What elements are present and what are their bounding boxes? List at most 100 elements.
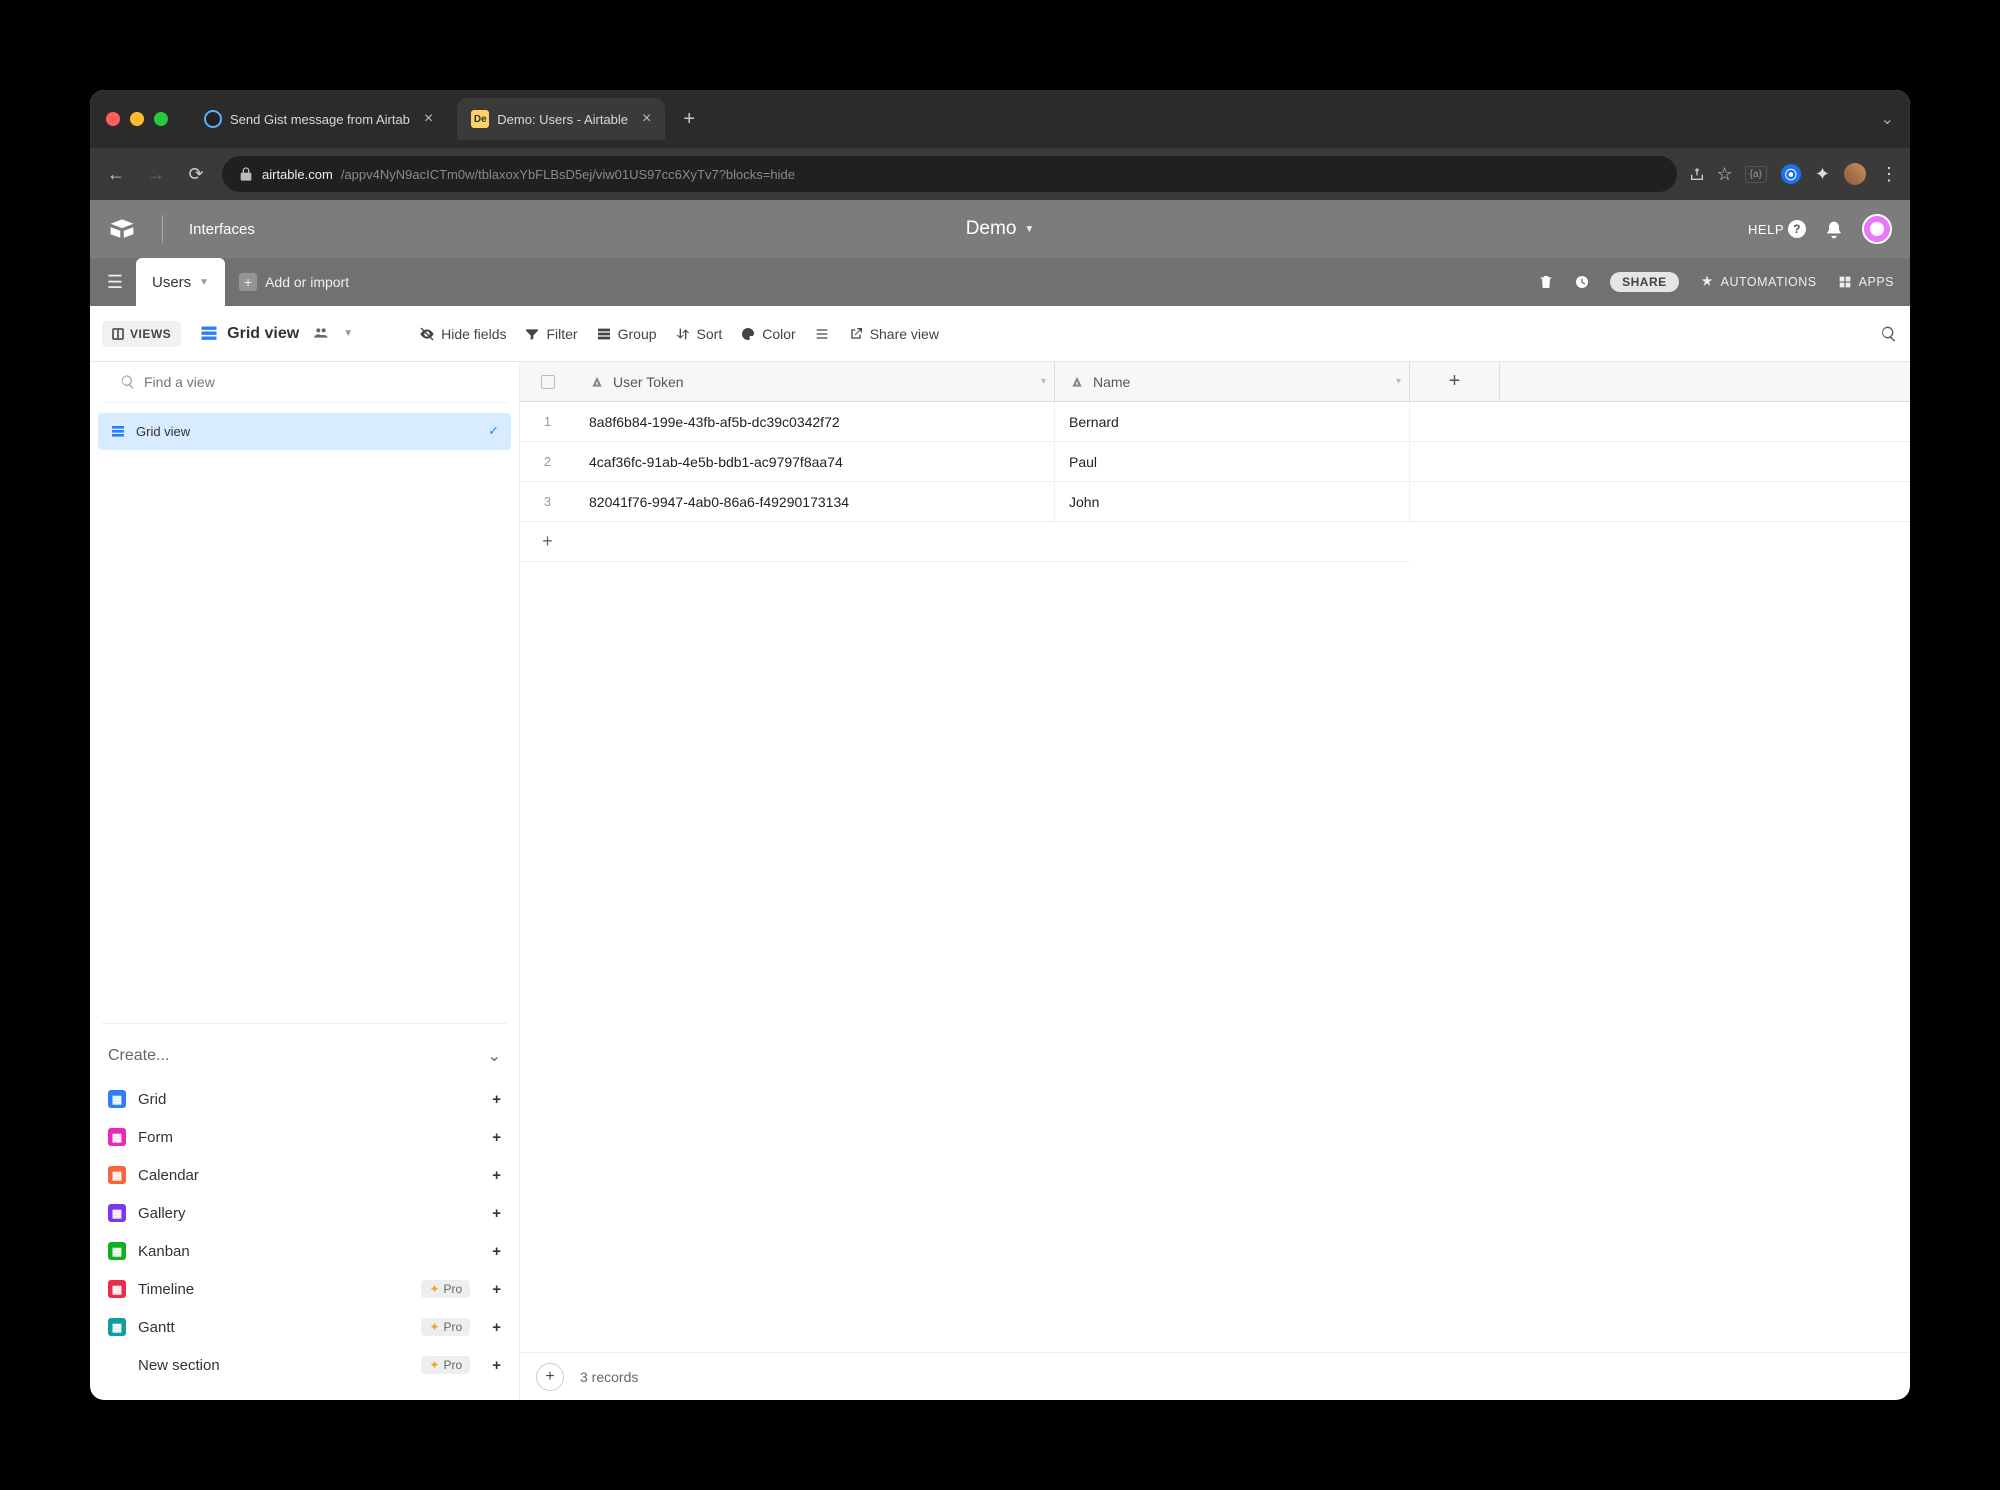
create-section-toggle[interactable]: Create... ⌄ xyxy=(108,1040,501,1080)
extensions-puzzle-icon[interactable]: ✦ xyxy=(1815,164,1830,185)
help-button[interactable]: HELP ? xyxy=(1748,220,1806,238)
cell-user-token[interactable]: 8a8f6b84-199e-43fb-af5b-dc39c0342f72 xyxy=(575,402,1055,441)
close-tab-icon[interactable]: × xyxy=(642,110,651,128)
group-button[interactable]: Group xyxy=(596,326,657,342)
add-record-button[interactable]: + xyxy=(536,1363,564,1391)
share-view-button[interactable]: Share view xyxy=(848,326,939,342)
close-tab-icon[interactable]: × xyxy=(424,110,433,128)
pro-badge: ✦Pro xyxy=(421,1356,470,1374)
cell-name[interactable]: Bernard xyxy=(1055,402,1410,441)
new-tab-button[interactable]: + xyxy=(683,108,695,131)
cell-name[interactable]: Paul xyxy=(1055,442,1410,481)
browser-menu-icon[interactable]: ⋮ xyxy=(1880,164,1898,185)
grid-header-row: User Token ▾ Name ▾ + xyxy=(520,362,1910,402)
extension-badge-icon[interactable]: {a} xyxy=(1745,166,1767,183)
forward-button[interactable]: → xyxy=(142,164,170,185)
view-type-icon: ▦ xyxy=(108,1242,126,1260)
reload-button[interactable]: ⟳ xyxy=(182,164,210,185)
create-view-label: New section xyxy=(138,1357,220,1374)
url-host: airtable.com xyxy=(262,167,333,182)
table-tab-users[interactable]: Users ▼ xyxy=(136,258,225,306)
row-number: 1 xyxy=(520,402,575,441)
pro-badge: ✦Pro xyxy=(421,1318,470,1336)
current-view-dropdown[interactable]: Grid view ▼ xyxy=(199,324,353,344)
hide-fields-label: Hide fields xyxy=(441,326,506,342)
divider xyxy=(162,215,163,243)
browser-tab-active[interactable]: De Demo: Users - Airtable × xyxy=(457,98,665,140)
chevron-down-icon: ▾ xyxy=(1396,376,1401,387)
interfaces-link[interactable]: Interfaces xyxy=(189,221,255,238)
chevron-down-icon: ⌄ xyxy=(488,1046,501,1066)
column-header-name[interactable]: Name ▾ xyxy=(1055,362,1410,401)
airtable-logo-icon[interactable] xyxy=(108,215,136,243)
grid-body: 1 8a8f6b84-199e-43fb-af5b-dc39c0342f72 B… xyxy=(520,402,1910,522)
close-window-button[interactable] xyxy=(106,112,120,126)
create-view-gantt[interactable]: ▦Gantt✦Pro+ xyxy=(108,1308,501,1346)
share-page-icon[interactable] xyxy=(1689,165,1705,183)
profile-avatar-icon[interactable] xyxy=(1844,163,1866,185)
share-view-label: Share view xyxy=(870,326,939,342)
create-view-calendar[interactable]: ▦Calendar+ xyxy=(108,1156,501,1194)
trash-icon[interactable] xyxy=(1538,274,1554,291)
chevron-down-icon: ▼ xyxy=(1024,224,1034,235)
cell-name[interactable]: John xyxy=(1055,482,1410,521)
automations-button[interactable]: AUTOMATIONS xyxy=(1699,274,1817,290)
view-type-icon: ▦ xyxy=(108,1204,126,1222)
create-view-label: Gantt xyxy=(138,1319,175,1336)
table-row[interactable]: 2 4caf36fc-91ab-4e5b-bdb1-ac9797f8aa74 P… xyxy=(520,442,1910,482)
search-icon[interactable] xyxy=(1880,324,1898,344)
row-height-button[interactable] xyxy=(814,326,830,342)
minimize-window-button[interactable] xyxy=(130,112,144,126)
sidebar-icon xyxy=(112,328,124,340)
create-view-grid[interactable]: ▦Grid+ xyxy=(108,1080,501,1118)
sort-button[interactable]: Sort xyxy=(675,326,723,342)
browser-titlebar: Send Gist message from Airtab × De Demo:… xyxy=(90,90,1910,148)
record-count: 3 records xyxy=(580,1369,638,1385)
tab-favicon-demo-icon: De xyxy=(471,110,489,128)
notifications-bell-icon[interactable] xyxy=(1824,218,1844,239)
account-chevron-icon[interactable]: ⌄ xyxy=(1881,109,1894,129)
select-all-checkbox[interactable] xyxy=(520,362,575,401)
find-view-input[interactable] xyxy=(144,374,489,390)
browser-tab-inactive[interactable]: Send Gist message from Airtab × xyxy=(190,98,447,140)
filter-button[interactable]: Filter xyxy=(524,326,577,342)
user-avatar[interactable] xyxy=(1862,214,1892,244)
views-toggle-label: VIEWS xyxy=(130,327,171,341)
add-column-button[interactable]: + xyxy=(1410,362,1500,401)
add-or-import-button[interactable]: + Add or import xyxy=(239,273,349,291)
maximize-window-button[interactable] xyxy=(154,112,168,126)
hide-fields-button[interactable]: Hide fields xyxy=(419,326,506,342)
plus-icon: + xyxy=(520,531,575,552)
apps-button[interactable]: APPS xyxy=(1837,274,1894,290)
sidebar-view-grid[interactable]: Grid view ✓ xyxy=(98,413,511,450)
add-row-button[interactable]: + xyxy=(520,522,1410,562)
table-menu-icon[interactable]: ☰ xyxy=(100,272,130,293)
create-view-new-section[interactable]: New section✦Pro+ xyxy=(108,1346,501,1384)
create-view-gallery[interactable]: ▦Gallery+ xyxy=(108,1194,501,1232)
create-view-timeline[interactable]: ▦Timeline✦Pro+ xyxy=(108,1270,501,1308)
cell-user-token[interactable]: 4caf36fc-91ab-4e5b-bdb1-ac9797f8aa74 xyxy=(575,442,1055,481)
filter-label: Filter xyxy=(546,326,577,342)
plus-icon: + xyxy=(492,1091,501,1108)
base-name-dropdown[interactable]: Demo ▼ xyxy=(966,218,1035,240)
create-view-form[interactable]: ▦Form+ xyxy=(108,1118,501,1156)
address-bar[interactable]: airtable.com/appv4NyN9acICTm0w/tblaxoxYb… xyxy=(222,156,1677,192)
find-view-search[interactable] xyxy=(102,362,507,403)
share-button[interactable]: SHARE xyxy=(1610,272,1679,292)
create-view-kanban[interactable]: ▦Kanban+ xyxy=(108,1232,501,1270)
view-type-icon: ▦ xyxy=(108,1280,126,1298)
cell-user-token[interactable]: 82041f76-9947-4ab0-86a6-f49290173134 xyxy=(575,482,1055,521)
grid-icon xyxy=(110,423,126,440)
views-sidebar-toggle[interactable]: VIEWS xyxy=(102,321,181,347)
color-button[interactable]: Color xyxy=(740,326,795,342)
table-row[interactable]: 3 82041f76-9947-4ab0-86a6-f49290173134 J… xyxy=(520,482,1910,522)
chevron-down-icon: ▾ xyxy=(1041,376,1046,387)
extensions-area: {a} ⦿ ✦ ⋮ xyxy=(1745,163,1898,185)
create-view-section: Create... ⌄ ▦Grid+▦Form+▦Calendar+▦Galle… xyxy=(102,1023,507,1400)
extension-1password-icon[interactable]: ⦿ xyxy=(1781,164,1801,184)
bookmark-star-icon[interactable]: ☆ xyxy=(1717,164,1733,185)
history-icon[interactable] xyxy=(1574,274,1590,291)
back-button[interactable]: ← xyxy=(102,164,130,185)
table-row[interactable]: 1 8a8f6b84-199e-43fb-af5b-dc39c0342f72 B… xyxy=(520,402,1910,442)
column-header-user-token[interactable]: User Token ▾ xyxy=(575,362,1055,401)
